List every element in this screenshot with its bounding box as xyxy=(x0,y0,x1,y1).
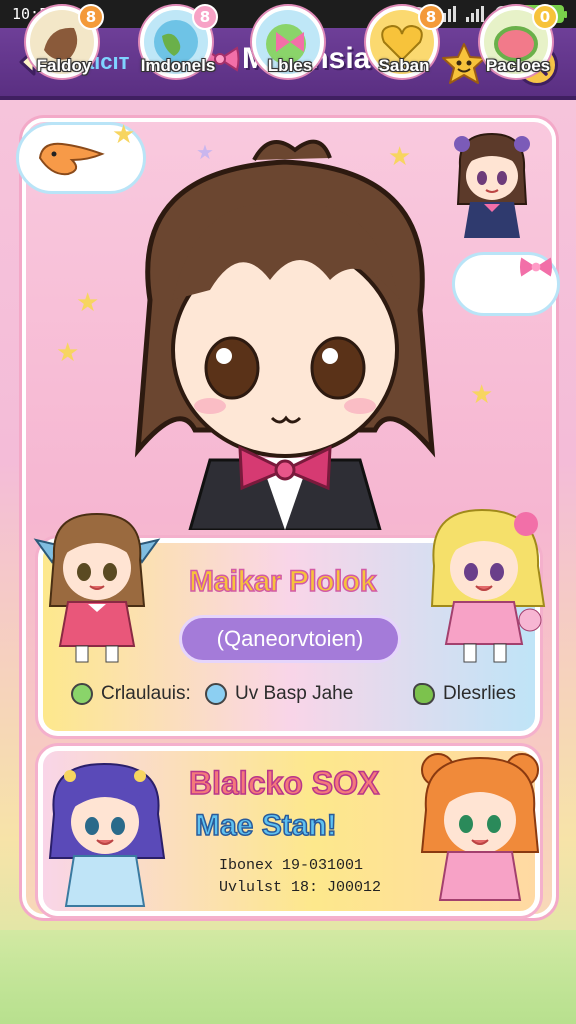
nav-badge: 8 xyxy=(418,4,444,30)
nav-badge: 8 xyxy=(78,4,104,30)
nav-label: Faldoy xyxy=(36,56,92,75)
nav-item-imdonels[interactable]: 8 Imdonels xyxy=(140,4,218,86)
whale-icon xyxy=(38,142,105,176)
stat-item: Uv Basp Jahe xyxy=(205,683,353,705)
nav-badge: 8 xyxy=(192,4,218,30)
chibi-girl-blonde xyxy=(430,508,546,663)
stat-item: Dlesrlies xyxy=(413,683,516,705)
event-subtitle: Mae Stan! xyxy=(194,808,337,843)
small-bow-icon xyxy=(519,257,553,277)
chibi-girl-orange xyxy=(420,753,540,901)
green-blob-icon xyxy=(413,683,435,705)
profile-tag-button[interactable]: (Qaneorvtoien) xyxy=(179,615,401,663)
stat-label: Uv Basp Jahe xyxy=(235,683,354,704)
bottom-navigation xyxy=(0,930,576,1024)
nav-badge: 0 xyxy=(532,4,558,30)
main-character-illustration xyxy=(134,139,436,530)
green-circle-icon xyxy=(71,683,93,705)
nav-item-lbles[interactable]: Lbles xyxy=(252,6,328,86)
profile-name: Maikar Plolok xyxy=(188,564,377,599)
profile-tag-label: (Qaneorvtoien) xyxy=(216,626,364,651)
star-decoration: ★ xyxy=(56,338,80,368)
event-detail-line: Ibonex 19-031001 xyxy=(219,857,364,874)
star-decoration: ★ xyxy=(470,380,494,410)
chibi-girl-purple xyxy=(48,762,166,907)
star-decoration: ★ xyxy=(76,288,100,318)
event-title: Blalcko SOX xyxy=(188,764,380,802)
stat-item: Crlaulauis: xyxy=(71,683,191,705)
nav-item-pacloes[interactable]: 0 Pacloes xyxy=(480,4,558,86)
chibi-girl-topright xyxy=(454,132,530,238)
chibi-girl-brown xyxy=(33,512,161,663)
nav-label: Pacloes xyxy=(485,56,551,75)
stat-label: Crlaulauis: xyxy=(101,683,191,704)
nav-label: Saban xyxy=(378,56,430,75)
event-detail-line: Uvlulst 18: J00012 xyxy=(219,879,382,896)
stat-label: Dlesrlies xyxy=(443,683,516,704)
nav-label: Lbles xyxy=(267,56,313,75)
blue-circle-icon xyxy=(205,683,227,705)
nav-item-faldoy[interactable]: 8 Faldoy xyxy=(26,4,104,86)
nav-label: Imdonels xyxy=(140,56,216,75)
nav-item-saban[interactable]: 8 Saban xyxy=(366,4,444,86)
